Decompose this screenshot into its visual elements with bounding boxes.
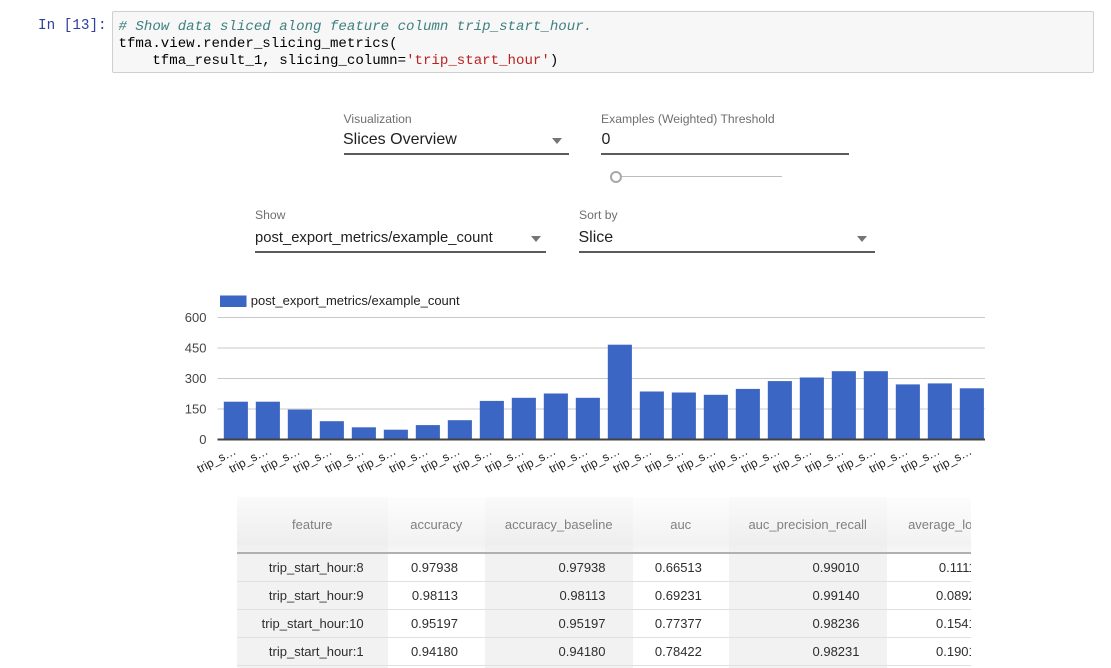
svg-text:0: 0 [199, 432, 206, 447]
svg-text:150: 150 [185, 402, 207, 417]
svg-text:600: 600 [185, 310, 207, 325]
svg-text:300: 300 [185, 371, 207, 386]
svg-text:post_export_metrics/example_co: post_export_metrics/example_count [251, 293, 460, 308]
svg-text:450: 450 [185, 341, 207, 356]
